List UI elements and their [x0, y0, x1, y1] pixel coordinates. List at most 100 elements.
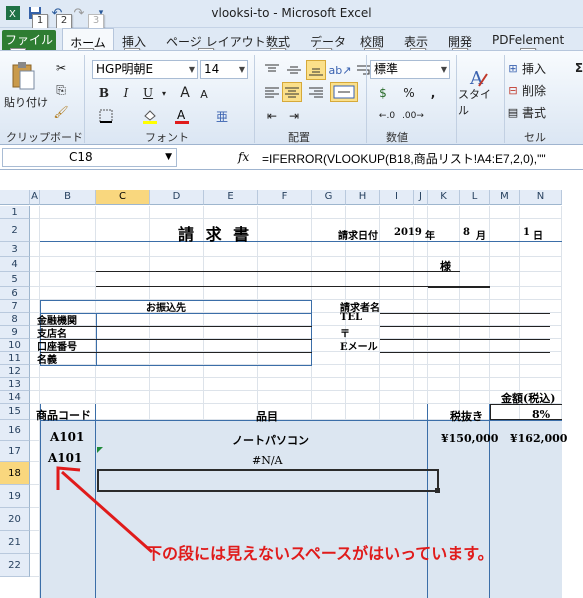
column-header-g[interactable]: G	[312, 190, 346, 205]
column-header-k[interactable]: K	[428, 190, 460, 205]
row-header-7[interactable]: 7	[0, 300, 30, 313]
column-header-a[interactable]: A	[30, 190, 40, 205]
delete-cells-button[interactable]: 削除	[522, 82, 558, 98]
percent-button[interactable]: %	[400, 84, 418, 102]
row-header-20[interactable]: 20	[0, 508, 30, 531]
column-header-m[interactable]: M	[490, 190, 520, 205]
row16-item: ノートパソコン	[232, 434, 309, 447]
fill-color-icon[interactable]	[140, 107, 160, 125]
row17-item: #N/A	[252, 454, 283, 467]
row-header-14[interactable]: 14	[0, 391, 30, 404]
align-middle-icon[interactable]	[284, 61, 304, 79]
align-left-icon[interactable]	[262, 83, 282, 101]
format-cells-icon[interactable]: ▤	[508, 104, 518, 120]
row-header-17[interactable]: 17	[0, 441, 30, 462]
bank-label-holder: 名義	[37, 355, 57, 366]
border-icon[interactable]	[96, 107, 116, 125]
comma-button[interactable]: ,	[424, 84, 442, 102]
phonetic-icon[interactable]: 亜	[212, 107, 232, 125]
invoice-date-label: 請求日付	[338, 231, 378, 242]
column-header-j[interactable]: J	[414, 190, 428, 205]
tab-file[interactable]: ファイル	[2, 30, 56, 50]
align-right-icon[interactable]	[306, 83, 326, 101]
increase-decimal-icon[interactable]: ←.0	[376, 107, 398, 125]
column-header-f[interactable]: F	[258, 190, 312, 205]
row-header-11[interactable]: 11	[0, 352, 30, 365]
tel-label: TEL	[340, 312, 363, 323]
fill-handle[interactable]	[435, 488, 440, 493]
row-header-8[interactable]: 8	[0, 313, 30, 326]
row-header-10[interactable]: 10	[0, 339, 30, 352]
font-color-icon[interactable]: A	[172, 107, 192, 125]
increase-font-icon[interactable]: A	[176, 84, 194, 102]
name-box[interactable]: C18 ▼	[2, 148, 177, 167]
italic-button[interactable]: I	[118, 84, 134, 102]
row-header-15[interactable]: 15	[0, 404, 30, 420]
row-header-18[interactable]: 18	[0, 462, 30, 485]
format-painter-icon[interactable]: 🖌	[52, 103, 70, 121]
autosum-icon[interactable]: Σ	[574, 60, 583, 76]
row-header-22[interactable]: 22	[0, 554, 30, 577]
window-title: vlooksi-to - Microsoft Excel	[211, 6, 372, 20]
number-format-combo[interactable]: 標準 ▼	[370, 60, 450, 79]
select-all-corner[interactable]	[0, 190, 30, 205]
copy-icon[interactable]: ⎘	[52, 81, 70, 99]
tab-pdfelement[interactable]: PDFelement	[492, 33, 564, 47]
amount-tax-header: 金額(税込)	[501, 392, 556, 405]
merge-center-icon[interactable]	[330, 82, 358, 102]
delete-cells-icon[interactable]: ⊟	[508, 82, 518, 98]
column-header-e[interactable]: E	[204, 190, 258, 205]
email-label: Eメール	[340, 342, 378, 353]
column-header-h[interactable]: H	[346, 190, 380, 205]
orientation-icon[interactable]: ab↗	[329, 61, 352, 79]
styles-button[interactable]: スタイル	[458, 88, 498, 117]
formula-input[interactable]: =IFERROR(VLOOKUP(B18,商品リスト!A4:E7,2,0),""	[262, 150, 546, 167]
row-header-4[interactable]: 4	[0, 257, 30, 272]
font-size-combo[interactable]: 14 ▼	[200, 60, 248, 79]
align-center-icon[interactable]	[282, 82, 302, 102]
row-header-5[interactable]: 5	[0, 272, 30, 287]
insert-cells-button[interactable]: 挿入	[522, 60, 558, 76]
cut-icon[interactable]: ✂	[52, 59, 70, 77]
underline-button[interactable]: U	[140, 84, 156, 102]
column-header-l[interactable]: L	[460, 190, 490, 205]
format-cells-button[interactable]: 書式	[522, 104, 558, 120]
column-header-i[interactable]: I	[380, 190, 414, 205]
row-header-13[interactable]: 13	[0, 378, 30, 391]
row-header-6[interactable]: 6	[0, 287, 30, 300]
bold-button[interactable]: B	[96, 84, 112, 102]
decrease-font-icon[interactable]: A	[196, 86, 212, 102]
increase-indent-icon[interactable]: ⇥	[284, 107, 304, 125]
row-header-2[interactable]: 2	[0, 219, 30, 242]
column-header-d[interactable]: D	[150, 190, 204, 205]
underline-dropdown-icon[interactable]: ▾	[160, 84, 168, 102]
tab-page-layout[interactable]: ページ レイアウト	[166, 33, 266, 50]
column-header-n[interactable]: N	[520, 190, 562, 205]
header-item: 品目	[256, 410, 278, 423]
insert-cells-icon[interactable]: ⊞	[508, 60, 518, 76]
align-bottom-icon[interactable]	[306, 60, 326, 80]
row-header-12[interactable]: 12	[0, 365, 30, 378]
row-header-9[interactable]: 9	[0, 326, 30, 339]
row-header-3[interactable]: 3	[0, 242, 30, 257]
number-group-label: 数値	[386, 131, 408, 144]
decrease-indent-icon[interactable]: ⇤	[262, 107, 282, 125]
header-pretax: 税抜き	[450, 410, 483, 423]
column-header-c[interactable]: C	[96, 190, 150, 205]
decrease-decimal-icon[interactable]: .00→	[402, 107, 424, 125]
name-box-value: C18	[69, 150, 93, 164]
font-name-value: HGP明朝E	[96, 62, 154, 76]
row-header-19[interactable]: 19	[0, 485, 30, 508]
align-top-icon[interactable]	[262, 61, 282, 79]
paste-button[interactable]: 貼り付け	[4, 95, 48, 109]
currency-button[interactable]: $	[372, 84, 394, 102]
row-header-1[interactable]: 1	[0, 206, 30, 219]
font-name-combo[interactable]: HGP明朝E ▼	[92, 60, 198, 79]
row-header-16[interactable]: 16	[0, 420, 30, 441]
paste-icon[interactable]	[8, 61, 38, 91]
row-header-21[interactable]: 21	[0, 531, 30, 554]
insert-function-button[interactable]: fx	[238, 150, 249, 164]
worksheet-grid[interactable]: ABCDEFGHIJKLMN 1 2 3 4 5 6 7 8 9 10 11 12 13 14 15 16 17…	[0, 190, 583, 598]
font-size-value: 14	[204, 62, 220, 76]
column-header-b[interactable]: B	[40, 190, 96, 205]
